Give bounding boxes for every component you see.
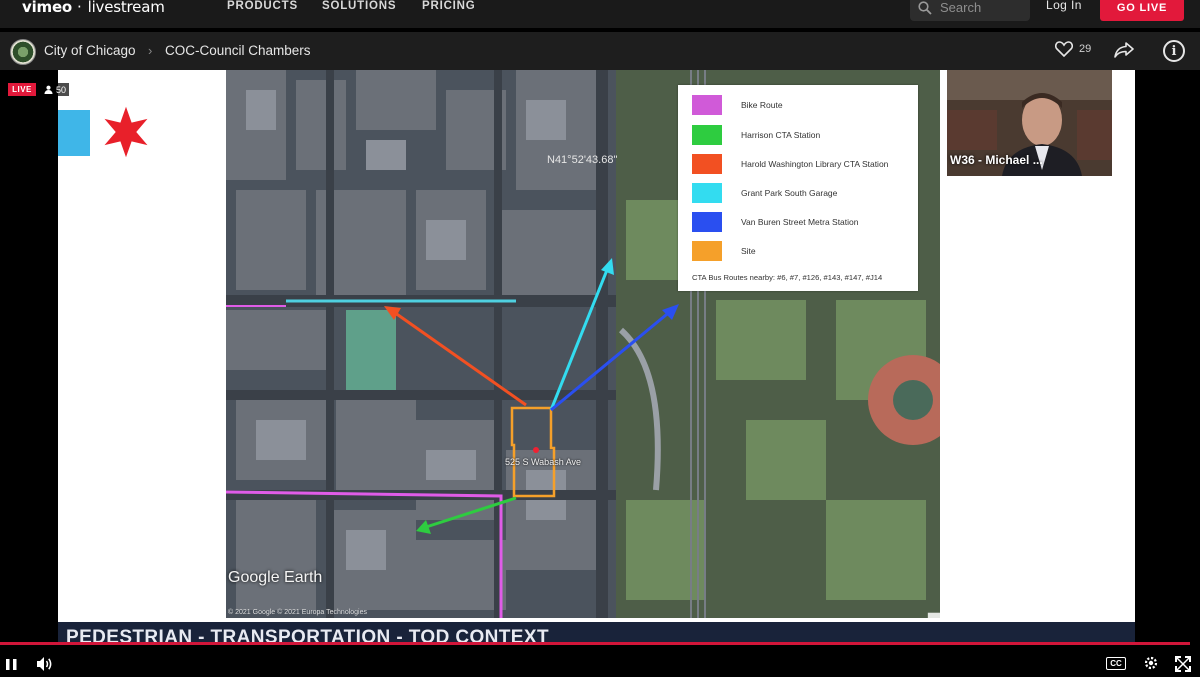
- chicago-flag-blue-stripe: [58, 110, 90, 156]
- viewer-count: 50: [41, 83, 70, 96]
- vimeo-livestream-logo[interactable]: vimeo · livestream: [22, 0, 165, 16]
- chicago-star-icon: [104, 106, 148, 158]
- legend-item: Harold Washington Library CTA Station: [692, 154, 888, 174]
- legend-item: Bike Route: [692, 95, 783, 115]
- breadcrumb-event: COC-Council Chambers: [165, 43, 311, 58]
- logo-sub: livestream: [87, 0, 165, 16]
- map-coordinate-label: N41°52'43.68": [547, 154, 618, 166]
- search-input[interactable]: Search: [910, 0, 1030, 21]
- bus-routes-note: CTA Bus Routes nearby: #6, #7, #126, #14…: [692, 273, 883, 282]
- google-earth-watermark: Google Earth: [228, 569, 323, 586]
- nav-solutions[interactable]: SOLUTIONS: [322, 0, 396, 14]
- map-copyright: © 2021 Google © 2021 Europa Technologies: [228, 609, 368, 616]
- player-controls: [0, 645, 1200, 677]
- info-icon[interactable]: i: [1163, 40, 1185, 62]
- legend-label: Site: [741, 246, 756, 256]
- legend-swatch-grant-park-garage: [692, 183, 722, 203]
- legend-swatch-bike-route: [692, 95, 722, 115]
- channel-bar: City of Chicago › COC-Council Chambers 2…: [0, 32, 1200, 70]
- legend-swatch-harrison: [692, 125, 722, 145]
- breadcrumb-channel[interactable]: City of Chicago: [44, 43, 136, 58]
- share-button[interactable]: [1114, 41, 1134, 64]
- breadcrumb-separator: ›: [148, 43, 153, 58]
- slide-title-bar: PEDESTRIAN - TRANSPORTATION - TOD CONTEX…: [58, 622, 1135, 644]
- legend-label: Grant Park South Garage: [741, 188, 838, 198]
- share-icon: [1114, 42, 1134, 58]
- legend-swatch-van-buren: [692, 212, 722, 232]
- like-button[interactable]: 29: [1055, 41, 1091, 57]
- go-live-button[interactable]: GO LIVE: [1100, 0, 1184, 21]
- legend-label: Harrison CTA Station: [741, 130, 821, 140]
- person-icon: [44, 85, 53, 94]
- top-nav: vimeo · livestream PRODUCTS SOLUTIONS PR…: [0, 0, 1200, 28]
- legend-item: Harrison CTA Station: [692, 125, 820, 145]
- legend-item: Site: [692, 241, 756, 261]
- login-link[interactable]: Log In: [1046, 0, 1082, 12]
- search-icon: [918, 0, 932, 15]
- legend-item: Grant Park South Garage: [692, 183, 837, 203]
- logo-separator: ·: [77, 0, 82, 16]
- closed-captions-button[interactable]: CC: [1106, 657, 1126, 670]
- nav-pricing[interactable]: PRICING: [422, 0, 476, 14]
- fullscreen-icon[interactable]: [1175, 656, 1191, 672]
- legend-swatch-site: [692, 241, 722, 261]
- site-address-label: 525 S Wabash Ave: [505, 457, 582, 467]
- nav-products[interactable]: PRODUCTS: [227, 0, 298, 14]
- settings-icon[interactable]: [1143, 655, 1159, 671]
- map-legend: Bike Route Harrison CTA Station Harold W…: [678, 85, 918, 291]
- legend-label: Van Buren Street Metra Station: [741, 217, 859, 227]
- legend-swatch-harold-washington: [692, 154, 722, 174]
- channel-avatar[interactable]: [10, 39, 36, 65]
- live-badge: LIVE: [8, 83, 36, 96]
- heart-icon: [1055, 41, 1073, 57]
- pause-icon[interactable]: [6, 659, 17, 670]
- legend-label: Harold Washington Library CTA Station: [741, 159, 889, 169]
- legend-label: Bike Route: [741, 100, 783, 110]
- speaker-name-label: W36 - Michael ...: [950, 153, 1043, 167]
- viewer-count-value: 50: [56, 84, 67, 95]
- logo-main: vimeo: [22, 0, 73, 16]
- like-count: 29: [1079, 43, 1092, 55]
- legend-item: Van Buren Street Metra Station: [692, 212, 859, 232]
- volume-icon[interactable]: [36, 656, 54, 672]
- search-placeholder: Search: [940, 0, 982, 15]
